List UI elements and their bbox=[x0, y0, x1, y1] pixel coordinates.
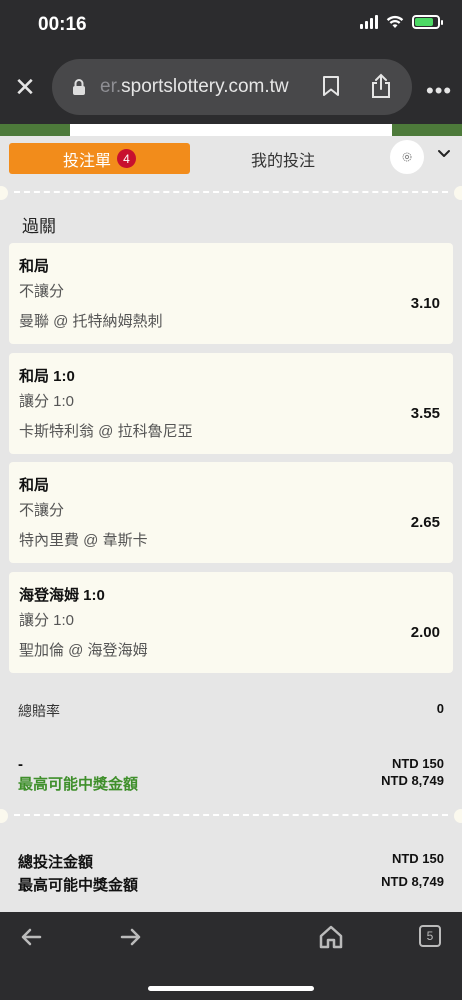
bet-count-badge: 4 bbox=[117, 149, 136, 168]
more-options-button[interactable]: ••• bbox=[426, 78, 452, 104]
tab-bet-slip[interactable]: 投注單 4 bbox=[9, 143, 190, 174]
bet-selection: 和局 1:0 bbox=[19, 368, 75, 385]
bet-card[interactable]: 和局 1:0 讓分 1:0 卡斯特利翁 @ 拉科魯尼亞 3.55 bbox=[9, 353, 453, 454]
bet-card[interactable]: 海登海姆 1:0 讓分 1:0 聖加倫 @ 海登海姆 2.00 bbox=[9, 572, 453, 673]
total-stake-value: NTD 150 bbox=[391, 851, 444, 866]
divider bbox=[0, 186, 462, 200]
status-icons bbox=[360, 15, 443, 29]
bet-selection: 和局 bbox=[19, 477, 50, 494]
tab-bet-slip-label: 投注單 bbox=[62, 152, 111, 170]
status-time: 00:16 bbox=[38, 14, 87, 35]
bet-market: 不讓分 bbox=[19, 502, 65, 519]
total-odds-label: 總賠率 bbox=[18, 703, 60, 719]
browser-chrome: 00:16 ✕ er.sportslottery.com.tw ••• bbox=[0, 0, 462, 124]
battery-icon bbox=[412, 15, 443, 29]
address-bar[interactable]: er.sportslottery.com.tw bbox=[52, 59, 412, 115]
back-arrow-icon[interactable] bbox=[20, 926, 42, 948]
wifi-icon bbox=[386, 15, 404, 28]
settings-button[interactable] bbox=[390, 140, 424, 174]
max-win-label: 最高可能中獎金額 bbox=[18, 776, 139, 793]
total-max-win-row: 最高可能中獎金額 NTD 8,749 bbox=[18, 874, 444, 895]
close-button[interactable]: ✕ bbox=[12, 74, 38, 100]
signal-icon bbox=[360, 15, 378, 29]
bet-odds: 2.00 bbox=[410, 624, 440, 641]
chevron-down-icon[interactable] bbox=[436, 148, 452, 160]
bet-market: 不讓分 bbox=[19, 283, 65, 300]
bet-card[interactable]: 和局 不讓分 曼聯 @ 托特納姆熱刺 3.10 bbox=[9, 243, 453, 344]
bet-card[interactable]: 和局 不讓分 特內里費 @ 韋斯卡 2.65 bbox=[9, 462, 453, 563]
stake-value: NTD 150 bbox=[391, 756, 444, 771]
bet-match: 曼聯 @ 托特納姆熱刺 bbox=[19, 313, 163, 330]
total-odds-row: 總賠率 0 bbox=[18, 701, 444, 721]
tab-my-bets[interactable]: 我的投注 bbox=[220, 143, 346, 174]
bet-match: 卡斯特利翁 @ 拉科魯尼亞 bbox=[19, 423, 193, 440]
bet-match: 聖加倫 @ 海登海姆 bbox=[19, 642, 148, 659]
url-domain: sportslottery.com.tw bbox=[121, 76, 289, 97]
max-win-value: NTD 8,749 bbox=[381, 773, 444, 788]
gear-icon bbox=[402, 152, 412, 162]
browser-toolbar: 5 bbox=[0, 912, 462, 1000]
total-stake-row: 總投注金額 NTD 150 bbox=[18, 851, 444, 872]
total-max-win-label: 最高可能中獎金額 bbox=[18, 877, 139, 894]
bet-slip-tabs: 投注單 4 我的投注 bbox=[0, 138, 462, 180]
bet-selection: 海登海姆 1:0 bbox=[19, 587, 105, 604]
bet-odds: 3.10 bbox=[410, 295, 440, 312]
banner-decoration bbox=[0, 124, 70, 136]
home-indicator bbox=[148, 986, 314, 991]
total-stake-label: 總投注金額 bbox=[18, 854, 94, 871]
section-title-parlay: 過關 bbox=[22, 217, 56, 236]
bet-odds: 3.55 bbox=[410, 405, 440, 422]
home-icon[interactable] bbox=[318, 924, 344, 950]
url-faded: er. bbox=[100, 76, 122, 97]
bet-market: 讓分 1:0 bbox=[19, 393, 75, 410]
forward-arrow-icon[interactable] bbox=[120, 926, 142, 948]
total-odds-value: 0 bbox=[436, 701, 444, 716]
bet-market: 讓分 1:0 bbox=[19, 612, 75, 629]
divider bbox=[0, 809, 462, 823]
share-icon[interactable] bbox=[370, 73, 392, 99]
bookmark-icon[interactable] bbox=[322, 75, 340, 97]
lock-icon bbox=[73, 79, 85, 95]
stake-label: - bbox=[18, 756, 23, 773]
bet-odds: 2.65 bbox=[410, 514, 440, 531]
banner-decoration bbox=[392, 124, 462, 136]
tabs-count-button[interactable]: 5 bbox=[419, 925, 441, 947]
bet-selection: 和局 bbox=[19, 258, 50, 275]
bet-match: 特內里費 @ 韋斯卡 bbox=[19, 532, 148, 549]
bet-slip-page: 投注單 4 我的投注 過關 和局 不讓分 曼聯 @ 托特納姆熱刺 3.10 和局… bbox=[0, 124, 462, 912]
stake-row: - NTD 150 bbox=[18, 756, 444, 773]
total-max-win-value: NTD 8,749 bbox=[381, 874, 444, 889]
url-text: er.sportslottery.com.tw bbox=[100, 76, 310, 98]
max-win-row: 最高可能中獎金額 NTD 8,749 bbox=[18, 773, 444, 794]
